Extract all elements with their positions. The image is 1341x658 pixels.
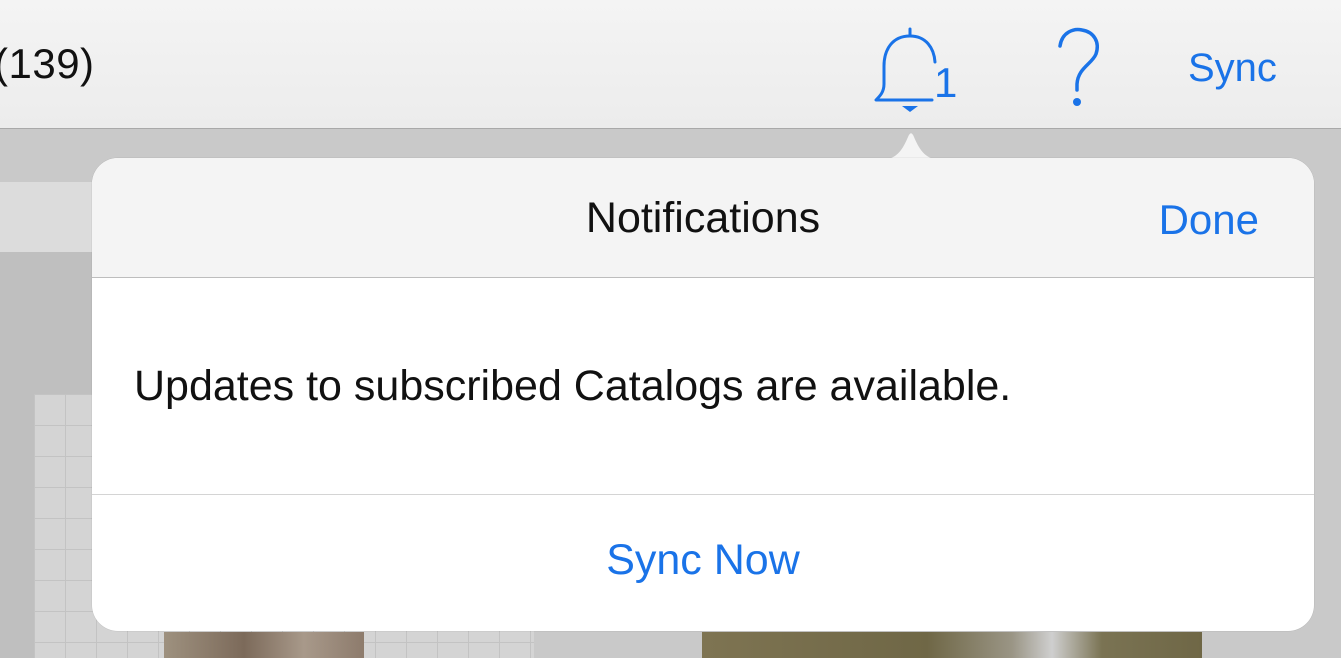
popover-arrow [880,129,942,160]
item-count-label: (139) [0,40,95,87]
done-button[interactable]: Done [1159,196,1259,244]
notification-count-badge: 1 [934,59,958,106]
help-button[interactable] [1052,24,1104,114]
help-icon [1058,27,1099,106]
notification-message: Updates to subscribed Catalogs are avail… [134,362,1012,410]
sync-button[interactable]: Sync [1188,46,1277,91]
background-thumbnail [164,632,364,658]
notifications-popover: Notifications Done Updates to subscribed… [92,158,1314,631]
background-thumbnail [702,632,1202,658]
popover-title: Notifications [585,194,821,242]
sync-now-button[interactable]: Sync Now [92,536,1314,585]
divider [92,494,1314,495]
navigation-bar: (139) 1 Sync [0,0,1341,129]
popover-header: Notifications Done [92,158,1314,278]
background-toolbar [0,182,100,252]
